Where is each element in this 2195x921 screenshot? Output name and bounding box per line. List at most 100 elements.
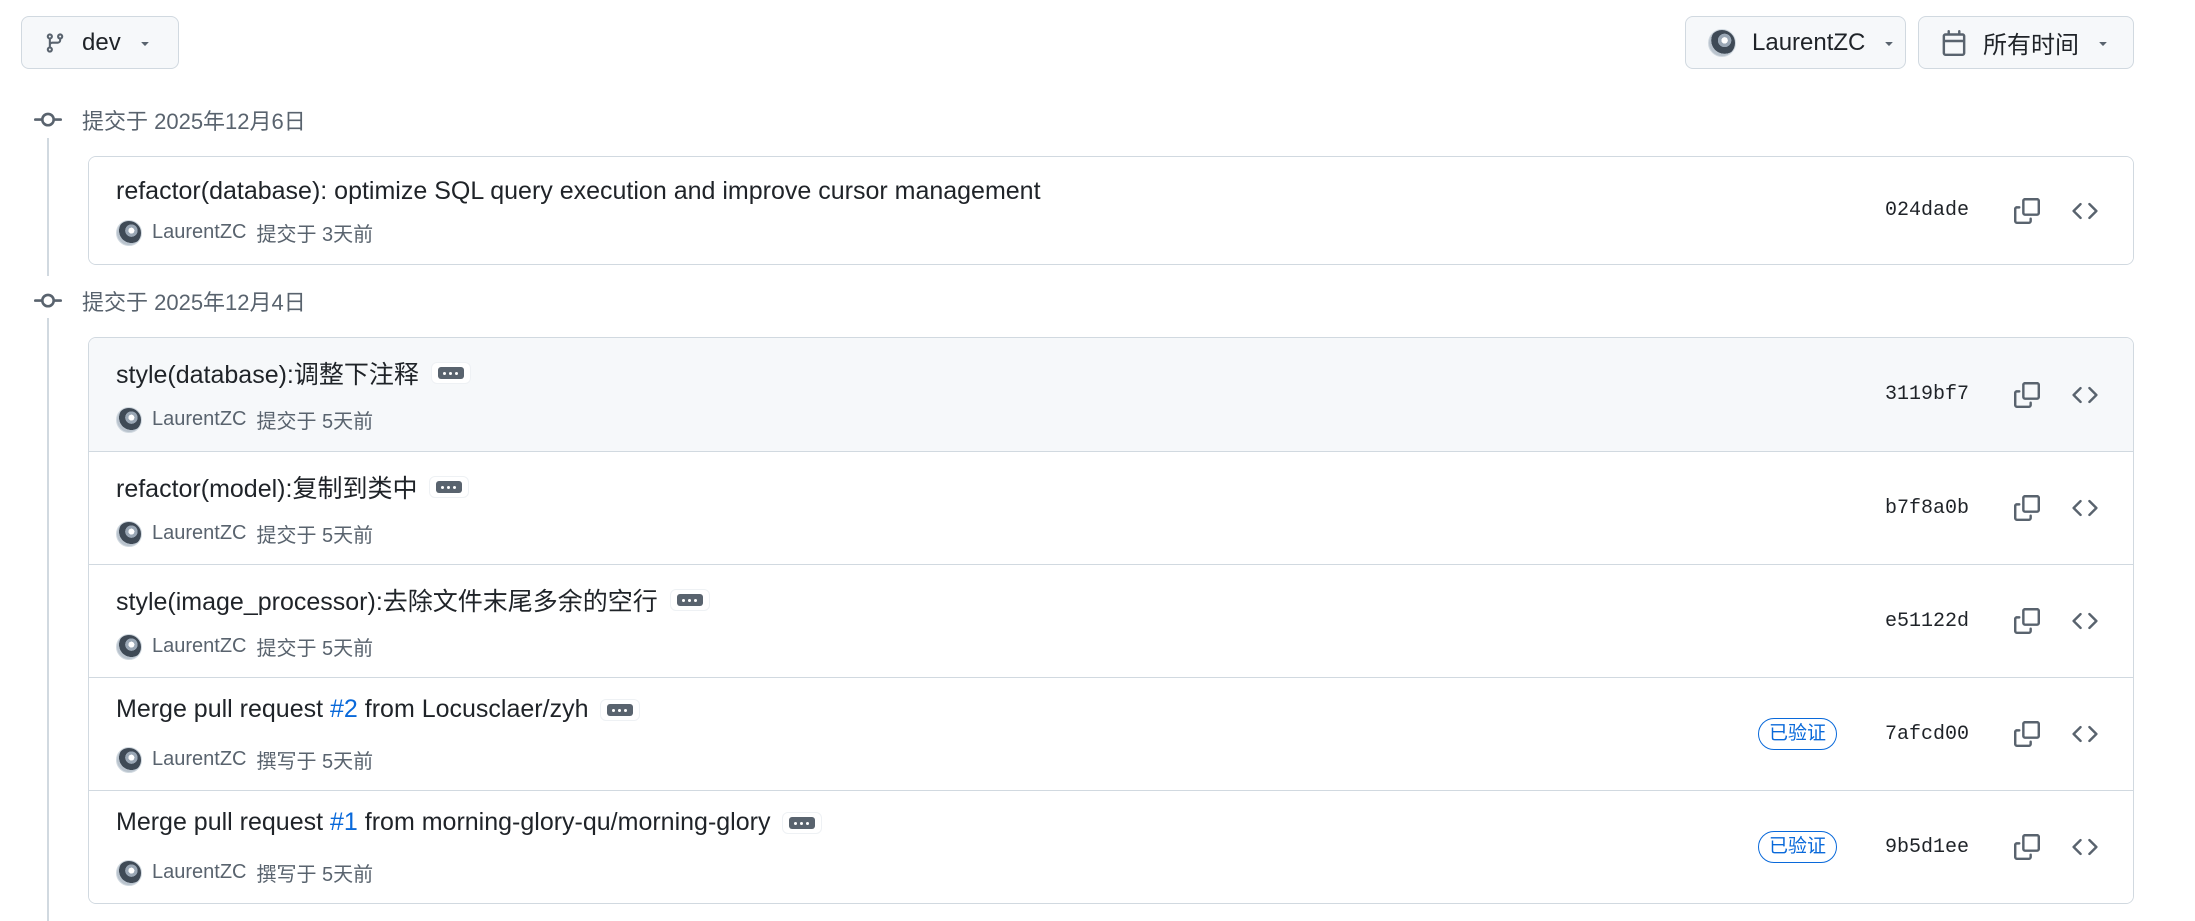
browse-files-button[interactable] — [2063, 486, 2107, 530]
code-icon — [2072, 725, 2098, 743]
commit-sha[interactable]: b7f8a0b — [1885, 497, 1969, 520]
commit-author[interactable]: LaurentZC — [152, 408, 247, 431]
commit-group-header: 提交于 2025年12月6日 — [34, 104, 306, 136]
git-commit-icon — [34, 293, 62, 308]
code-icon — [2072, 612, 2098, 630]
commit-message-link[interactable]: refactor(model):复制到类中 — [116, 469, 417, 505]
ellipsis-icon — [789, 816, 816, 829]
expand-description-button[interactable] — [600, 698, 641, 721]
expand-description-button[interactable] — [430, 362, 471, 384]
commit-row[interactable]: Merge pull request #1 from morning-glory… — [89, 790, 2133, 903]
avatar[interactable] — [116, 633, 142, 660]
commit-meta: LaurentZC 撰写于 5天前 — [116, 745, 373, 774]
pull-request-link[interactable]: #2 — [330, 695, 358, 723]
commit-message-link[interactable]: style(database):调整下注释 — [116, 355, 419, 391]
commit-list: refactor(database): optimize SQL query e… — [88, 156, 2134, 265]
author-filter-label: LaurentZC — [1752, 28, 1866, 56]
code-icon — [2072, 386, 2098, 403]
avatar[interactable] — [116, 406, 142, 433]
commit-row[interactable]: refactor(model):复制到类中 LaurentZC 提交于 5天前 … — [89, 451, 2133, 564]
commit-author[interactable]: LaurentZC — [152, 861, 247, 884]
commit-message-prefix[interactable]: Merge pull request — [116, 808, 330, 836]
commit-author[interactable]: LaurentZC — [152, 748, 247, 771]
commit-author[interactable]: LaurentZC — [152, 221, 247, 244]
copy-sha-button[interactable] — [2005, 189, 2049, 233]
commit-message-link[interactable]: refactor(database): optimize SQL query e… — [116, 177, 1041, 206]
copy-icon — [2014, 721, 2040, 747]
commit-message-suffix[interactable]: from Locusclaer/zyh — [358, 695, 589, 723]
commit-time: 撰写于 5天前 — [256, 864, 374, 886]
copy-sha-button[interactable] — [2005, 486, 2049, 530]
time-filter-button[interactable]: 所有时间 — [1918, 16, 2134, 69]
verified-badge[interactable]: 已验证 — [1757, 831, 1837, 863]
timeline-line — [47, 318, 49, 921]
avatar[interactable] — [116, 859, 142, 886]
git-commit-icon — [34, 112, 62, 127]
pull-request-link[interactable]: #1 — [330, 808, 358, 836]
copy-sha-button[interactable] — [2005, 599, 2049, 643]
expand-description-button[interactable] — [429, 476, 470, 498]
ellipsis-icon — [437, 367, 464, 379]
expand-description-button[interactable] — [782, 811, 823, 834]
copy-sha-button[interactable] — [2005, 825, 2049, 869]
copy-sha-button[interactable] — [2005, 712, 2049, 756]
avatar[interactable] — [116, 219, 142, 246]
commit-group-date: 提交于 2025年12月6日 — [82, 109, 306, 134]
commit-author[interactable]: LaurentZC — [152, 635, 247, 658]
browse-files-button[interactable] — [2063, 712, 2107, 756]
commit-time: 提交于 5天前 — [256, 525, 374, 547]
author-filter-button[interactable]: LaurentZC — [1685, 16, 1906, 69]
avatar — [1708, 28, 1736, 57]
commit-time: 提交于 5天前 — [256, 638, 374, 660]
caret-down-icon — [1881, 35, 1897, 51]
expand-description-button[interactable] — [669, 589, 710, 611]
commit-message[interactable]: Merge pull request #2 from Locusclaer/zy… — [116, 695, 588, 724]
commit-row[interactable]: Merge pull request #2 from Locusclaer/zy… — [89, 677, 2133, 790]
browse-files-button[interactable] — [2063, 189, 2107, 233]
commit-author[interactable]: LaurentZC — [152, 522, 247, 545]
commit-meta: LaurentZC 提交于 5天前 — [116, 632, 373, 661]
commit-sha[interactable]: e51122d — [1885, 610, 1969, 633]
commit-time: 撰写于 5天前 — [256, 751, 374, 773]
commit-actions: b7f8a0b — [1885, 452, 2107, 564]
commit-actions: 已验证 7afcd00 — [1757, 678, 2107, 790]
commit-sha[interactable]: 7afcd00 — [1885, 723, 1969, 746]
caret-down-icon — [2095, 35, 2111, 51]
commit-row[interactable]: style(image_processor):去除文件末尾多余的空行 Laure… — [89, 564, 2133, 677]
commit-title: style(database):调整下注释 — [116, 355, 471, 391]
commit-actions: e51122d — [1885, 565, 2107, 677]
code-icon — [2072, 499, 2098, 517]
commit-sha[interactable]: 024dade — [1885, 199, 1969, 222]
commit-sha[interactable]: 9b5d1ee — [1885, 836, 1969, 859]
commit-row[interactable]: refactor(database): optimize SQL query e… — [89, 157, 2133, 264]
browse-files-button[interactable] — [2063, 373, 2107, 417]
commit-sha[interactable]: 3119bf7 — [1885, 383, 1969, 406]
avatar[interactable] — [116, 746, 142, 773]
copy-sha-button[interactable] — [2005, 373, 2049, 417]
commit-meta: LaurentZC 撰写于 5天前 — [116, 858, 373, 887]
browse-files-button[interactable] — [2063, 599, 2107, 643]
caret-down-icon — [137, 35, 153, 51]
browse-files-button[interactable] — [2063, 825, 2107, 869]
commit-message[interactable]: Merge pull request #1 from morning-glory… — [116, 808, 770, 837]
commit-message-suffix[interactable]: from morning-glory-qu/morning-glory — [358, 808, 771, 836]
branch-label: dev — [82, 28, 121, 56]
commit-message-link[interactable]: style(image_processor):去除文件末尾多余的空行 — [116, 582, 658, 618]
copy-icon — [2014, 381, 2040, 408]
commit-time: 提交于 3天前 — [256, 224, 374, 246]
commit-row[interactable]: style(database):调整下注释 LaurentZC 提交于 5天前 … — [89, 338, 2133, 451]
branch-selector-button[interactable]: dev — [21, 16, 179, 69]
avatar[interactable] — [116, 520, 142, 547]
commit-actions: 3119bf7 — [1885, 338, 2107, 451]
verified-badge[interactable]: 已验证 — [1757, 718, 1837, 750]
code-icon — [2072, 202, 2098, 219]
ellipsis-icon — [607, 703, 634, 716]
code-icon — [2072, 838, 2098, 856]
copy-icon — [2014, 834, 2040, 860]
commit-list: style(database):调整下注释 LaurentZC 提交于 5天前 … — [88, 337, 2134, 904]
copy-icon — [2014, 495, 2040, 521]
commit-meta: LaurentZC 提交于 5天前 — [116, 405, 373, 434]
ellipsis-icon — [436, 481, 463, 493]
commit-group-header: 提交于 2025年12月4日 — [34, 285, 306, 317]
commit-message-prefix[interactable]: Merge pull request — [116, 695, 330, 723]
